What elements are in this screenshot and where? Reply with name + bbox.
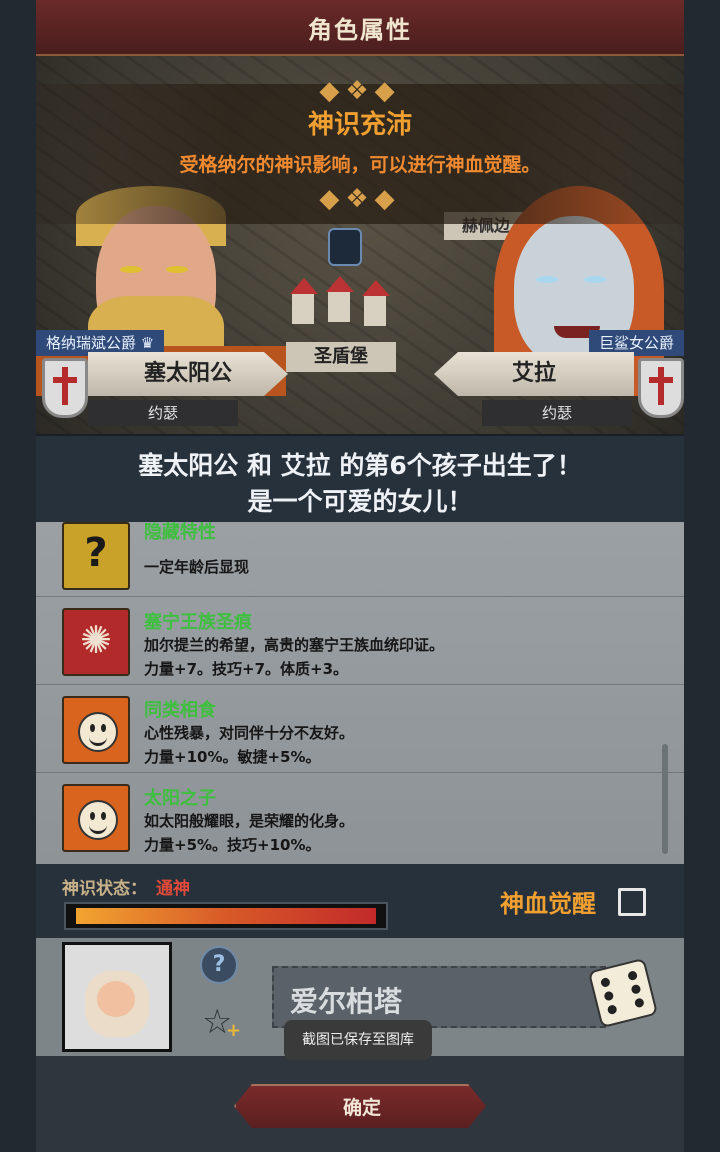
town-label: 圣盾堡 [286, 342, 396, 372]
screenshot-saved-toast: 截图已保存至图库 [284, 1020, 432, 1060]
question-mark-icon: ? [62, 522, 130, 590]
father-faith: 约瑟 [88, 400, 238, 426]
father-title-text: 格纳瑞斌公爵 [46, 334, 137, 352]
event-banner: ◆❖◆ 神识充沛 受格纳尔的神识影响，可以进行神血觉醒。 ◆❖◆ [36, 76, 684, 224]
smiley-face-icon [62, 696, 130, 764]
birth-announcement: 塞太阳公 和 艾拉 的第6个孩子出生了！ 是一个可爱的女儿！ [36, 434, 684, 524]
footer: 确定 [36, 1056, 684, 1152]
help-icon[interactable]: ? [200, 946, 238, 984]
trait-effect: 力量+7。技巧+7。体质+3。 [144, 660, 349, 678]
awaken-checkbox[interactable] [618, 888, 646, 916]
trait-row[interactable]: 太阳之子 如太阳般耀眼，是荣耀的化身。 力量+5%。技巧+10%。 [36, 772, 684, 860]
trait-name: 隐藏特性 [144, 522, 216, 543]
ornament-top-icon: ◆❖◆ [319, 76, 401, 106]
confirm-button[interactable]: 确定 [234, 1084, 486, 1128]
trait-description: 加尔提兰的希望，高贵的塞宁王族血统印证。 [144, 636, 445, 654]
father-crest-icon[interactable] [42, 358, 88, 418]
trait-row[interactable]: ? 隐藏特性 一定年龄后显现 [36, 522, 684, 597]
crown-icon: ♛ [140, 334, 155, 352]
parents-scene: 赫佩边 圣盾堡 ◆❖◆ 神识充沛 受格纳尔的神识影响，可以进行神血觉醒。 ◆❖◆… [36, 56, 684, 434]
mother-crest-icon[interactable] [638, 358, 684, 418]
trait-scrollbar[interactable] [662, 744, 668, 854]
character-dialog: 角色属性 赫佩边 圣盾堡 ◆❖◆ 神识充沛 受格纳尔的神识影响，可以进行神血觉醒… [36, 0, 684, 1152]
awaken-label: 神血觉醒 [500, 890, 596, 918]
randomize-dice-icon[interactable] [587, 957, 659, 1029]
status-progress-bar [64, 902, 388, 930]
location-pin-icon[interactable] [328, 228, 362, 266]
right-margin [684, 0, 720, 1152]
smiley-face-icon [62, 784, 130, 852]
child-portrait[interactable] [62, 942, 172, 1052]
mother-name[interactable]: 艾拉 [434, 352, 634, 396]
ornament-bottom-icon: ◆❖◆ [319, 184, 401, 214]
trait-name: 同类相食 [144, 700, 216, 721]
child-name-field[interactable]: 爱尔柏塔 [272, 966, 606, 1028]
sun-sigil-icon: ✺ [62, 608, 130, 676]
trait-row[interactable]: ✺ 塞宁王族圣痕 加尔提兰的希望，高贵的塞宁王族血统印证。 力量+7。技巧+7。… [36, 596, 684, 685]
town-icon[interactable] [282, 276, 402, 336]
trait-name: 塞宁王族圣痕 [144, 612, 252, 633]
left-margin [0, 0, 36, 1152]
mother-faith: 约瑟 [482, 400, 632, 426]
page-title: 角色属性 [308, 16, 412, 44]
trait-effect: 力量+5%。技巧+10%。 [144, 836, 321, 854]
trait-name: 太阳之子 [144, 788, 216, 809]
plus-icon: + [226, 1020, 242, 1041]
status-value: 通神 [156, 879, 190, 899]
mother-title-text: 巨鲨女公爵 [598, 334, 674, 352]
trait-description: 如太阳般耀眼，是荣耀的化身。 [144, 812, 355, 830]
announcement-line-1: 塞太阳公 和 艾拉 的第6个孩子出生了！ [138, 451, 582, 480]
event-description: 受格纳尔的神识影响，可以进行神血觉醒。 [179, 154, 541, 176]
trait-list[interactable]: ? 隐藏特性 一定年龄后显现 ✺ 塞宁王族圣痕 加尔提兰的希望，高贵的塞宁王族血… [36, 522, 684, 864]
title-bar: 角色属性 [36, 0, 684, 56]
divine-status-panel: 神识状态： 通神 神血觉醒 [36, 864, 684, 936]
trait-effect: 力量+10%。敏捷+5%。 [144, 748, 321, 766]
child-name: 爱尔柏塔 [290, 985, 403, 1018]
status-progress-fill [76, 908, 376, 924]
trait-row[interactable]: 同类相食 心性残暴，对同伴十分不友好。 力量+10%。敏捷+5%。 [36, 684, 684, 773]
event-title: 神识充沛 [307, 110, 412, 140]
father-name[interactable]: 塞太阳公 [88, 352, 288, 396]
status-label: 神识状态： [62, 879, 147, 899]
trait-description: 心性残暴，对同伴十分不友好。 [144, 724, 355, 742]
trait-effect: 一定年龄后显现 [144, 558, 250, 576]
announcement-line-2: 是一个可爱的女儿！ [247, 487, 473, 516]
